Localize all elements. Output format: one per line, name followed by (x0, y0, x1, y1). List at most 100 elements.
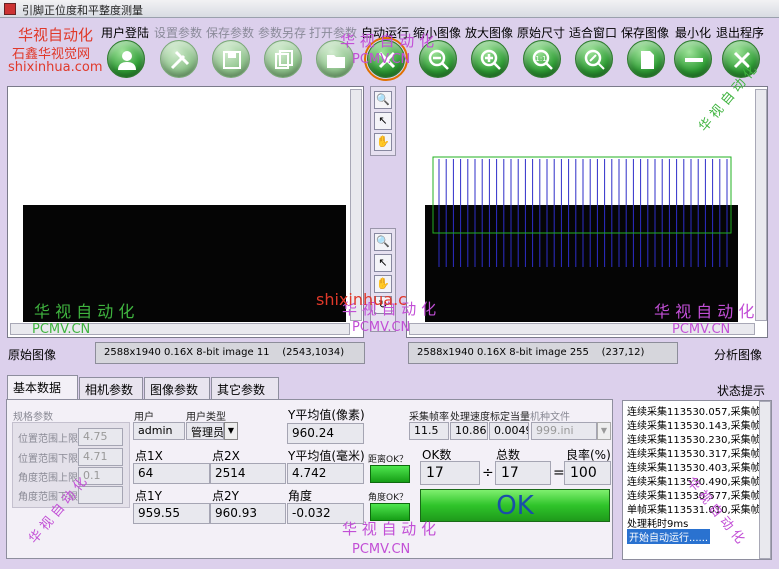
menu-settings[interactable]: 设置参数 (154, 24, 202, 41)
window-title: 引脚正位度和平整度测量 (22, 4, 143, 17)
menu-auto-run[interactable]: 自动运行 (361, 24, 409, 41)
spec-angle-lower-field[interactable] (78, 486, 123, 504)
image-tool-palette: 🔍 ↖ ✋ (370, 86, 396, 156)
original-image-panel[interactable] (7, 86, 364, 338)
menu-save-params[interactable]: 保存参数 (206, 24, 254, 41)
log-line: 连续采集113530.403,采集帧率 (627, 463, 771, 474)
fps-label: 采集帧率 (409, 412, 449, 423)
ok-count-field: 17 (420, 461, 480, 485)
save-params-button[interactable] (212, 40, 250, 78)
user-type-select[interactable]: 管理员 (186, 422, 224, 440)
settings-button[interactable] (160, 40, 198, 78)
zoom-out-button[interactable] (419, 40, 457, 78)
watermark-site: shixinhua.com (8, 60, 103, 75)
p1y-field: 959.55 (133, 503, 210, 524)
open-params-button[interactable] (316, 40, 354, 78)
original-image-info: 2588x1940 0.16X 8-bit image 11 (2543,103… (95, 342, 365, 364)
y-avg-px-field: 960.24 (287, 423, 364, 444)
user-label: 用户 (134, 412, 154, 423)
menu-zoom-in[interactable]: 放大图像 (465, 24, 513, 41)
p2x-label: 点2X (212, 449, 240, 463)
menu-exit[interactable]: 退出程序 (716, 24, 764, 41)
spec-pos-upper-field[interactable]: 4.75 (78, 428, 123, 446)
save-icon (223, 51, 241, 69)
actual-size-button[interactable]: 1:1 (523, 40, 561, 78)
original-image-hscroll[interactable] (10, 323, 350, 335)
title-bar: 引脚正位度和平整度测量 (0, 0, 779, 18)
model-file-select[interactable]: 999.ini (531, 422, 597, 440)
analysis-image-hscroll[interactable] (409, 323, 755, 335)
total-count-field: 17 (495, 461, 551, 485)
spec-pos-lower-field[interactable]: 4.71 (78, 448, 123, 466)
status-log-scrollbar[interactable] (759, 401, 771, 559)
p1x-label: 点1X (135, 449, 163, 463)
analysis-image-info-text: 2588x1940 0.16X 8-bit image 255 (417, 347, 589, 358)
svg-text:1:1: 1:1 (535, 55, 546, 63)
analysis-image-panel[interactable] (406, 86, 768, 338)
save-image-icon (641, 51, 654, 69)
exit-icon (733, 51, 751, 69)
tab-other-params[interactable]: 其它参数 (211, 377, 279, 399)
log-line: 连续采集113530.230,采集帧率 (627, 435, 771, 446)
angle-ok-label: 角度OK？ (368, 493, 408, 503)
menu-fit-window[interactable]: 适合窗口 (569, 24, 617, 41)
spec-label-pos-lower: 位置范围下限 (18, 454, 78, 465)
dist-ok-indicator (370, 465, 410, 483)
pointer-tool-icon[interactable]: ↖ (374, 254, 392, 272)
watermark-brand: 华视自动化 (18, 26, 94, 44)
equals-sign: = (553, 465, 565, 481)
tab-camera-params[interactable]: 相机参数 (79, 377, 143, 399)
original-image-dark-region (23, 205, 346, 322)
rotate-tool-icon[interactable]: ↻ (374, 296, 392, 314)
auto-run-button[interactable] (364, 37, 408, 81)
p2y-field: 960.93 (210, 503, 286, 524)
zoom-tool-icon[interactable]: 🔍 (374, 233, 392, 251)
fit-window-button[interactable] (575, 40, 613, 78)
zoom-tool-icon[interactable]: 🔍 (374, 91, 392, 109)
calibration-label: 标定当量 (490, 412, 530, 423)
user-field[interactable]: admin (133, 422, 185, 440)
tab-basic-data[interactable]: 基本数据 (7, 375, 78, 400)
log-line: 连续采集113530.317,采集帧率 (627, 449, 771, 460)
log-line: 连续采集113530.577,采集帧率 (627, 491, 771, 502)
menu-save-image[interactable]: 保存图像 (621, 24, 669, 41)
spec-angle-upper-field[interactable]: 0.1 (78, 467, 123, 485)
login-button[interactable] (107, 40, 145, 78)
angle-field: -0.032 (287, 503, 364, 524)
menu-actual-size[interactable]: 原始尺寸 (517, 24, 565, 41)
pointer-tool-icon[interactable]: ↖ (374, 112, 392, 130)
log-line: 单帧采集113531.010,采集帧率 (627, 505, 771, 516)
zoom-in-button[interactable] (471, 40, 509, 78)
menu-zoom-out[interactable]: 缩小图像 (413, 24, 461, 41)
minimize-button[interactable] (674, 40, 712, 78)
model-file-dropdown-icon[interactable]: ▼ (597, 422, 611, 440)
tab-image-params[interactable]: 图像参数 (144, 377, 210, 399)
result-ok-indicator: OK (420, 489, 610, 522)
pan-tool-icon[interactable]: ✋ (374, 275, 392, 293)
watermark-site-cn: 石鑫华视觉网 (12, 47, 91, 62)
status-log[interactable]: 连续采集113530.057,采集帧率 连续采集113530.143,采集帧率 … (622, 400, 772, 560)
model-file-label: 机种文件 (530, 412, 570, 423)
exit-button[interactable] (722, 40, 760, 78)
menu-minimize[interactable]: 最小化 (675, 24, 711, 41)
user-type-dropdown-icon[interactable]: ▼ (224, 422, 238, 440)
original-image-vscroll[interactable] (350, 89, 362, 321)
divide-sign: ÷ (482, 465, 494, 481)
menu-open-params[interactable]: 打开参数 (309, 24, 357, 41)
zoom-in-icon (480, 49, 501, 70)
analysis-image-vscroll[interactable] (755, 89, 767, 321)
menu-login[interactable]: 用户登陆 (101, 24, 149, 41)
pan-tool-icon[interactable]: ✋ (374, 133, 392, 151)
pin-lines (438, 159, 728, 267)
analysis-image-info: 2588x1940 0.16X 8-bit image 255 (237,12) (408, 342, 678, 364)
analysis-overlay (425, 156, 738, 322)
angle-ok-indicator (370, 503, 410, 521)
analysis-image-coords: (237,12) (601, 347, 645, 358)
p2x-field: 2514 (210, 463, 286, 484)
save-image-button[interactable] (627, 40, 665, 78)
run-icon (378, 51, 396, 69)
log-line-selected: 开始自动运行...... (627, 529, 711, 544)
save-as-button[interactable] (264, 40, 302, 78)
menu-save-as[interactable]: 参数另存 (258, 24, 306, 41)
spec-title: 规格参数 (13, 412, 53, 423)
